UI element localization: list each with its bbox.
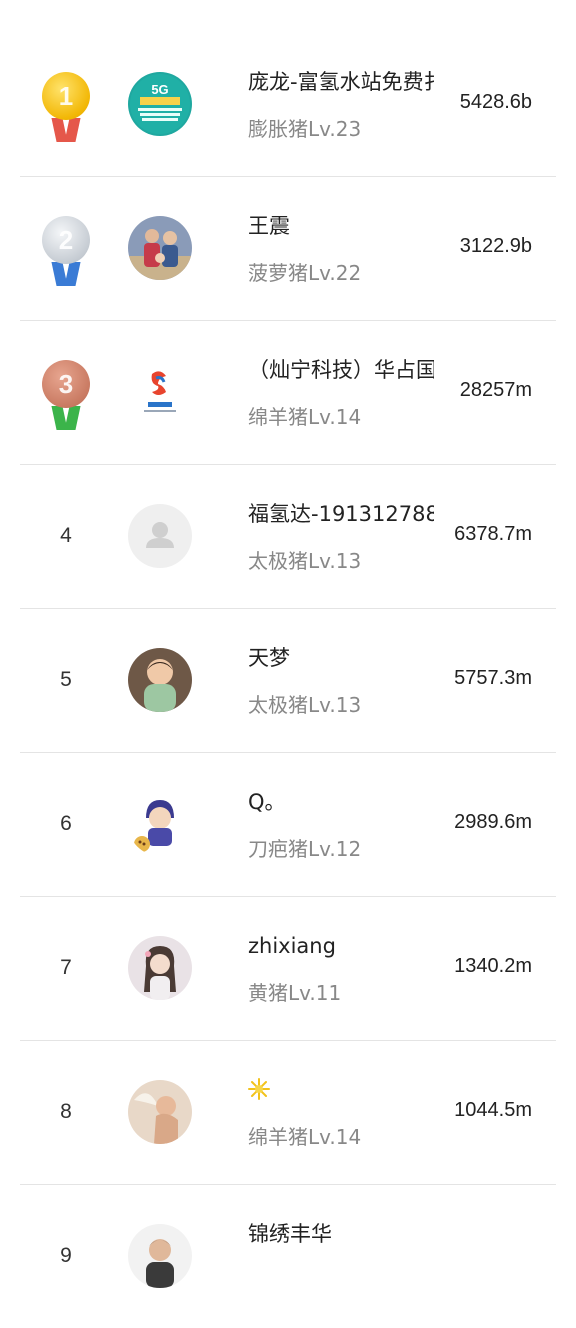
player-name: Q。: [248, 790, 286, 814]
default-user-icon[interactable]: [128, 504, 192, 568]
player-level: 绵羊猪Lv.14: [248, 405, 362, 429]
player-name: （灿宁科技）华占国: [248, 358, 434, 382]
player-level: 绵羊猪Lv.14: [248, 1125, 362, 1149]
rank-cell: 3: [24, 320, 108, 464]
player-name: 锦绣丰华: [248, 1222, 332, 1246]
avatar[interactable]: [128, 792, 192, 856]
player-score: 28257m: [459, 379, 532, 401]
rank-number: 2: [58, 224, 74, 255]
player-level: 太极猪Lv.13: [248, 693, 362, 717]
rank-number: 4: [60, 524, 72, 547]
rank-number: 8: [60, 1100, 72, 1123]
player-level: 膨胀猪Lv.23: [248, 117, 362, 141]
player-level: 太极猪Lv.13: [248, 549, 362, 573]
leaderboard-row[interactable]: 6 Q。 刀疤猪Lv.12 2989.6m: [0, 752, 576, 896]
rank-number: 1: [58, 80, 74, 111]
rank-number: 6: [60, 812, 72, 835]
rank-cell: 6: [24, 752, 108, 896]
gold-medal-icon: 1: [40, 72, 92, 146]
leaderboard-row[interactable]: 8 绵羊猪Lv.14 1044.5m: [0, 1040, 576, 1184]
player-score: 6378.7m: [454, 523, 532, 545]
player-score: 5428.6b: [459, 91, 532, 113]
rank-cell: 5: [24, 608, 108, 752]
leaderboard-row[interactable]: 4 福氢达-1913127888 太极猪Lv.13 6378.7m: [0, 464, 576, 608]
avatar[interactable]: [128, 1224, 192, 1288]
avatar[interactable]: 5G: [128, 72, 192, 136]
rank-cell: 9: [24, 1184, 108, 1328]
player-score: 1044.5m: [454, 1099, 532, 1121]
leaderboard-row[interactable]: 2 王震 菠萝猪Lv.22 3122.9b: [0, 176, 576, 320]
player-name: 福氢达-1913127888: [248, 502, 434, 526]
leaderboard-row[interactable]: 3 （灿宁科技）华占国 绵羊猪Lv.14 28257m: [0, 320, 576, 464]
bronze-medal-icon: 3: [40, 360, 92, 434]
player-score: 1340.2m: [454, 955, 532, 977]
leaderboard-row[interactable]: 7 zhixiang 黄猪Lv.11 1340.2m: [0, 896, 576, 1040]
player-name: zhixiang: [248, 934, 336, 958]
player-level: 菠萝猪Lv.22: [248, 261, 362, 285]
player-score: 2989.6m: [454, 811, 532, 833]
player-level: 刀疤猪Lv.12: [248, 837, 362, 861]
player-level: 黄猪Lv.11: [248, 981, 342, 1005]
rank-number: 9: [60, 1244, 72, 1267]
avatar[interactable]: [128, 1080, 192, 1144]
leaderboard-list: 1 5G 庞龙-富氢水站免费扌 膨胀猪Lv.23 5428.6b 2 王震 菠萝…: [0, 32, 576, 1328]
avatar[interactable]: [128, 360, 192, 424]
sun-star-icon: [248, 1078, 270, 1100]
rank-cell: 1: [24, 32, 108, 176]
player-score: 3122.9b: [459, 235, 532, 257]
rank-cell: 4: [24, 464, 108, 608]
rank-cell: 2: [24, 176, 108, 320]
leaderboard-row[interactable]: 5 天梦 太极猪Lv.13 5757.3m: [0, 608, 576, 752]
avatar[interactable]: [128, 936, 192, 1000]
avatar[interactable]: [128, 648, 192, 712]
player-name: 王震: [248, 214, 290, 238]
silver-medal-icon: 2: [40, 216, 92, 290]
player-name: [248, 1076, 434, 1104]
player-score: 5757.3m: [454, 667, 532, 689]
svg-text:5G: 5G: [151, 82, 168, 97]
rank-number: 3: [58, 368, 74, 399]
rank-number: 7: [60, 956, 72, 979]
leaderboard-row[interactable]: 9 锦绣丰华: [0, 1184, 576, 1328]
rank-cell: 7: [24, 896, 108, 1040]
avatar[interactable]: [128, 216, 192, 280]
rank-number: 5: [60, 668, 72, 691]
rank-cell: 8: [24, 1040, 108, 1184]
player-name: 庞龙-富氢水站免费扌: [248, 70, 434, 94]
leaderboard-row[interactable]: 1 5G 庞龙-富氢水站免费扌 膨胀猪Lv.23 5428.6b: [0, 32, 576, 176]
player-name: 天梦: [248, 646, 290, 670]
